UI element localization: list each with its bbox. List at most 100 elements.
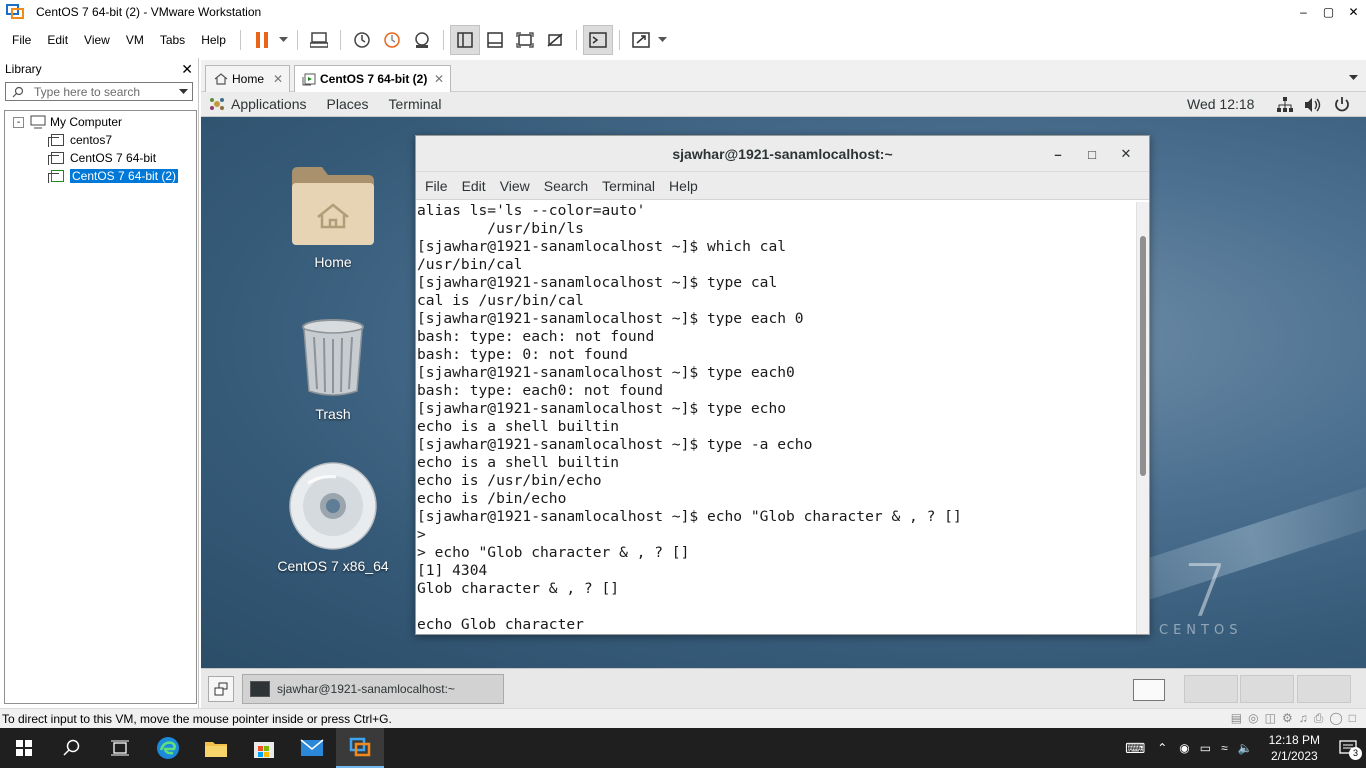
window-list-item-terminal[interactable]: sjawhar@1921-sanamlocalhost:~: [242, 674, 504, 704]
full-screen-icon[interactable]: [510, 25, 540, 55]
menu-tabs[interactable]: Tabs: [152, 24, 193, 56]
menu-view[interactable]: View: [76, 24, 118, 56]
volume-icon[interactable]: [1304, 97, 1322, 113]
terminal-window[interactable]: sjawhar@1921-sanamlocalhost:~ – □ ✕ File…: [415, 135, 1150, 635]
battery-icon[interactable]: ▭: [1200, 741, 1211, 755]
chevron-down-icon[interactable]: [179, 88, 188, 95]
task-view-button[interactable]: [96, 728, 144, 768]
tray-chevron-up-icon[interactable]: ⌃: [1157, 741, 1167, 755]
tree-node-vm[interactable]: centos7: [5, 131, 196, 149]
library-search-input[interactable]: Type here to search: [5, 82, 193, 101]
cd-dvd-icon[interactable]: ◎: [1248, 711, 1258, 726]
keyboard-icon[interactable]: ⌨: [1125, 740, 1145, 757]
terminal-menu-file[interactable]: File: [425, 178, 448, 194]
network-icon[interactable]: [1277, 97, 1293, 113]
terminal-menu-terminal[interactable]: Terminal: [602, 178, 655, 194]
tab-close-icon[interactable]: ✕: [273, 72, 283, 86]
menu-help[interactable]: Help: [193, 24, 234, 56]
gnome-window-list: sjawhar@1921-sanamlocalhost:~: [201, 668, 1366, 708]
gnome-terminal-menu[interactable]: Terminal: [389, 96, 442, 112]
tree-node-vm[interactable]: CentOS 7 64-bit: [5, 149, 196, 167]
revert-snapshot-icon[interactable]: [377, 25, 407, 55]
close-button[interactable]: ✕: [1341, 0, 1366, 24]
minimize-button[interactable]: –: [1291, 0, 1316, 24]
workspace-3[interactable]: [1240, 675, 1294, 703]
desktop-icon-cdrom[interactable]: CentOS 7 x86_64: [273, 461, 393, 574]
taskbar-clock[interactable]: 12:18 PM 2/1/2023: [1269, 732, 1320, 764]
meet-now-icon[interactable]: ◉: [1179, 741, 1189, 755]
speaker-icon[interactable]: 🔈: [1238, 741, 1253, 755]
tree-node-my-computer[interactable]: - My Computer: [5, 113, 196, 131]
home-folder-icon: [292, 167, 374, 245]
vm-display[interactable]: Applications Places Terminal Wed 12:18 H…: [201, 92, 1366, 708]
workspace-1[interactable]: [1127, 675, 1181, 703]
gnome-clock[interactable]: Wed 12:18: [1187, 96, 1254, 112]
snapshot-icon[interactable]: [347, 25, 377, 55]
search-button[interactable]: [48, 728, 96, 768]
terminal-close-button[interactable]: ✕: [1109, 146, 1143, 162]
edge-taskbar-icon[interactable]: [144, 728, 192, 768]
scrollbar-thumb[interactable]: [1140, 236, 1146, 476]
show-thumbnail-bar-icon[interactable]: [480, 25, 510, 55]
power-icon[interactable]: [1334, 96, 1350, 112]
store-taskbar-icon[interactable]: [240, 728, 288, 768]
terminal-output[interactable]: alias ls='ls --color=auto' /usr/bin/ls [s…: [416, 202, 1138, 634]
terminal-maximize-button[interactable]: □: [1075, 147, 1109, 162]
terminal-line: echo Glob character: [417, 616, 584, 633]
maximize-button[interactable]: ▢: [1316, 0, 1341, 24]
show-desktop-icon[interactable]: [208, 676, 234, 702]
terminal-menu-help[interactable]: Help: [669, 178, 698, 194]
stretch-guest-icon[interactable]: [626, 25, 656, 55]
snapshot-manager-icon[interactable]: [407, 25, 437, 55]
home-icon: [214, 73, 228, 85]
display-icon[interactable]: ◯: [1329, 711, 1342, 726]
start-button[interactable]: [0, 728, 48, 768]
pause-icon[interactable]: [247, 25, 277, 55]
collapse-icon[interactable]: -: [13, 116, 24, 128]
mail-taskbar-icon[interactable]: [288, 728, 336, 768]
menu-vm[interactable]: VM: [118, 24, 152, 56]
terminal-menu-search[interactable]: Search: [544, 178, 588, 194]
file-explorer-taskbar-icon[interactable]: [192, 728, 240, 768]
tab-home[interactable]: Home ✕: [205, 65, 290, 92]
usb-icon[interactable]: ⚙: [1282, 711, 1293, 726]
terminal-menu-edit[interactable]: Edit: [462, 178, 486, 194]
show-library-icon[interactable]: [449, 25, 480, 55]
pause-dropdown-icon[interactable]: [277, 25, 291, 55]
menu-file[interactable]: File: [4, 24, 39, 56]
tab-vm-active[interactable]: CentOS 7 64-bit (2) ✕: [294, 65, 451, 92]
applications-icon: [210, 98, 224, 110]
send-ctrl-alt-del-icon[interactable]: [304, 25, 334, 55]
desktop-icon-trash[interactable]: Trash: [273, 319, 393, 422]
gnome-places-menu[interactable]: Places: [327, 96, 369, 112]
terminal-line: [sjawhar@1921-sanamlocalhost ~]$ type ea…: [417, 310, 804, 327]
sound-icon[interactable]: ♫: [1299, 711, 1308, 726]
library-close-icon[interactable]: ✕: [181, 61, 193, 78]
printer-icon[interactable]: ⎙: [1314, 711, 1324, 726]
tree-node-vm-selected[interactable]: CentOS 7 64-bit (2): [5, 167, 196, 185]
vmware-taskbar-icon[interactable]: [336, 728, 384, 768]
terminal-titlebar[interactable]: sjawhar@1921-sanamlocalhost:~ – □ ✕: [416, 136, 1149, 172]
wifi-icon[interactable]: ≈: [1221, 741, 1228, 755]
window-title: CentOS 7 64-bit (2) - VMware Workstation: [36, 5, 262, 19]
workspace-4[interactable]: [1297, 675, 1351, 703]
terminal-scrollbar[interactable]: [1136, 202, 1149, 634]
terminal-menu-view[interactable]: View: [500, 178, 530, 194]
computer-icon: [30, 115, 46, 129]
gnome-applications-menu[interactable]: Applications: [231, 96, 307, 112]
menu-edit[interactable]: Edit: [39, 24, 76, 56]
unity-icon[interactable]: [540, 25, 570, 55]
network-adapter-icon[interactable]: ◫: [1265, 711, 1276, 726]
message-log-icon[interactable]: □: [1349, 711, 1356, 726]
notification-center-icon[interactable]: 3: [1330, 728, 1366, 768]
console-view-icon[interactable]: [582, 25, 613, 55]
tabs-overflow-icon[interactable]: [1349, 70, 1358, 84]
workspace-2[interactable]: [1184, 675, 1238, 703]
hard-disk-icon[interactable]: ▤: [1231, 711, 1242, 726]
status-text: To direct input to this VM, move the mou…: [2, 711, 392, 726]
terminal-minimize-button[interactable]: –: [1041, 147, 1075, 162]
terminal-line: [sjawhar@1921-sanamlocalhost ~]$ type -a…: [417, 436, 813, 453]
tab-close-icon[interactable]: ✕: [434, 72, 444, 86]
stretch-dropdown-icon[interactable]: [656, 25, 670, 55]
desktop-icon-home[interactable]: Home: [273, 165, 393, 270]
